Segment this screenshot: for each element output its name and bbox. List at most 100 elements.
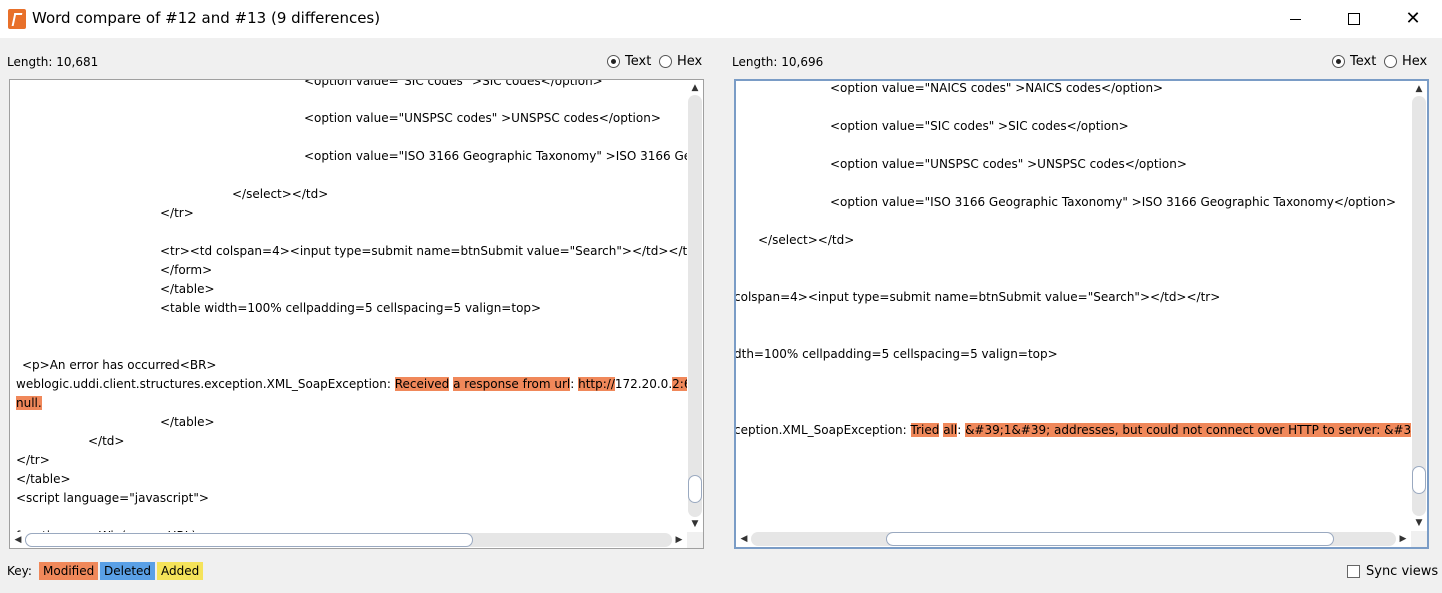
modified-text-highlight: &#39;1&#39; addresses, but could not con…: [965, 423, 1411, 437]
code-text: </td>: [88, 434, 125, 448]
close-icon: ✕: [1405, 8, 1421, 29]
right-horizontal-thumb[interactable]: [886, 532, 1334, 546]
close-button[interactable]: ✕: [1384, 0, 1442, 38]
left-horizontal-scrollbar[interactable]: ◀ ▶: [10, 532, 687, 548]
code-line: </select></td>: [758, 233, 854, 247]
code-text: <tr><td colspan=4><input type=submit nam…: [160, 244, 687, 258]
burp-suite-icon: [8, 9, 26, 29]
code-text: </select></td>: [232, 187, 329, 201]
code-text: </select></td>: [758, 233, 855, 247]
window-title: Word compare of #12 and #13 (9 differenc…: [32, 9, 381, 27]
modified-text-highlight: all: [943, 423, 958, 437]
code-line: </tr>: [16, 453, 50, 467]
code-line: weblogic.uddi.client.structures.exceptio…: [16, 377, 687, 391]
code-line: <option value="UNSPSC codes" >UNSPSC cod…: [830, 157, 1187, 171]
modified-text-highlight: http://: [578, 377, 615, 391]
code-text: </table>: [160, 282, 215, 296]
checkbox-unchecked-icon: [1347, 565, 1360, 578]
modified-text-highlight: Received: [394, 377, 450, 391]
left-text-editor[interactable]: <option value="SIC codes" >SIC codes</op…: [9, 79, 704, 549]
code-line: <tr><td colspan=4><input type=submit nam…: [160, 244, 687, 258]
right-horizontal-scrollbar[interactable]: ◀ ▶: [736, 531, 1411, 547]
modified-text-highlight: Tried: [910, 423, 940, 437]
code-text: </tr>: [16, 453, 50, 467]
left-vertical-scrollbar[interactable]: ▲ ▼: [687, 80, 703, 532]
title-bar: Word compare of #12 and #13 (9 differenc…: [0, 0, 1442, 38]
code-text: :: [570, 377, 579, 391]
minimize-button[interactable]: [1266, 0, 1324, 38]
code-line: </td>: [88, 434, 124, 448]
code-text: ception.XML_SoapException:: [736, 423, 911, 437]
right-vertical-scrollbar[interactable]: ▲ ▼: [1411, 81, 1427, 531]
maximize-button[interactable]: [1325, 0, 1383, 38]
right-hex-radio[interactable]: Hex: [1384, 54, 1427, 69]
deleted-key-badge: Deleted: [100, 562, 156, 580]
code-line: <option value="ISO 3166 Geographic Taxon…: [830, 195, 1396, 209]
code-line: ception.XML_SoapException: Tried all: &#…: [736, 423, 1411, 437]
modified-key-badge: Modified: [39, 562, 99, 580]
code-line: <option value="ISO 3166 Geographic Taxon…: [304, 149, 687, 163]
code-line: </table>: [160, 415, 215, 429]
code-text: <option value="UNSPSC codes" >UNSPSC cod…: [830, 157, 1187, 171]
code-line: <option value="UNSPSC codes" >UNSPSC cod…: [304, 111, 661, 125]
code-text: </table>: [160, 415, 215, 429]
right-length-label: Length: 10,696: [732, 55, 824, 69]
code-line: </select></td>: [232, 187, 328, 201]
right-text-content[interactable]: <option value="NAICS codes" >NAICS codes…: [736, 81, 1411, 531]
modified-text-highlight: 2:6379: [672, 377, 687, 391]
scroll-corner: [687, 532, 703, 548]
code-text: weblogic.uddi.client.structures.exceptio…: [16, 377, 395, 391]
code-text: </table>: [16, 472, 71, 486]
sync-views-checkbox[interactable]: Sync views: [1347, 564, 1438, 579]
footer-bar: Key: Modified Deleted Added Sync views: [0, 556, 1442, 586]
radio-selected-icon: [1332, 55, 1345, 68]
minimize-icon: [1289, 18, 1301, 20]
code-line: colspan=4><input type=submit name=btnSub…: [736, 290, 1220, 304]
left-horizontal-thumb[interactable]: [25, 533, 473, 547]
right-vertical-thumb[interactable]: [1412, 466, 1426, 494]
added-key-badge: Added: [157, 562, 204, 580]
left-vertical-thumb[interactable]: [688, 475, 702, 503]
right-text-editor[interactable]: <option value="NAICS codes" >NAICS codes…: [734, 79, 1429, 549]
scroll-down-icon[interactable]: ▼: [688, 517, 702, 531]
code-text: <option value="SIC codes" >SIC codes</op…: [304, 80, 603, 88]
code-text: colspan=4><input type=submit name=btnSub…: [736, 290, 1221, 304]
code-text: <script language="javascript">: [16, 491, 209, 505]
code-text: </tr>: [160, 206, 194, 220]
code-line: <option value="SIC codes" >SIC codes</op…: [830, 119, 1129, 133]
scroll-down-icon[interactable]: ▼: [1412, 516, 1426, 530]
code-line: <p>An error has occurred<BR>: [22, 358, 216, 372]
code-line: dth=100% cellpadding=5 cellspacing=5 val…: [736, 347, 1058, 361]
scroll-right-icon[interactable]: ▶: [672, 533, 686, 547]
key-label: Key:: [7, 564, 32, 578]
code-line: <option value="NAICS codes" >NAICS codes…: [830, 81, 1163, 95]
code-text: </form>: [160, 263, 213, 277]
scroll-right-icon[interactable]: ▶: [1396, 532, 1410, 546]
left-length-label: Length: 10,681: [7, 55, 99, 69]
code-line: </table>: [16, 472, 71, 486]
left-text-radio[interactable]: Text: [607, 54, 651, 69]
code-text: 172.20.0.: [614, 377, 673, 391]
scroll-corner: [1411, 531, 1427, 547]
code-line: </tr>: [160, 206, 194, 220]
left-hex-radio[interactable]: Hex: [659, 54, 702, 69]
scroll-up-icon[interactable]: ▲: [688, 81, 702, 95]
modified-text-highlight: null.: [16, 396, 42, 410]
left-text-content[interactable]: <option value="SIC codes" >SIC codes</op…: [10, 80, 687, 532]
code-text: <p>An error has occurred<BR>: [22, 358, 217, 372]
code-text: <table width=100% cellpadding=5 cellspac…: [160, 301, 542, 315]
code-text: :: [957, 423, 966, 437]
radio-selected-icon: [607, 55, 620, 68]
code-text: <option value="ISO 3166 Geographic Taxon…: [830, 195, 1397, 209]
scroll-left-icon[interactable]: ◀: [11, 533, 25, 547]
code-line: </table>: [160, 282, 215, 296]
code-text: <option value="UNSPSC codes" >UNSPSC cod…: [304, 111, 661, 125]
code-line: <script language="javascript">: [16, 491, 209, 505]
code-line: null.: [16, 396, 42, 410]
radio-unselected-icon: [659, 55, 672, 68]
right-text-radio[interactable]: Text: [1332, 54, 1376, 69]
code-line: <table width=100% cellpadding=5 cellspac…: [160, 301, 541, 315]
scroll-left-icon[interactable]: ◀: [737, 532, 751, 546]
code-line: </form>: [160, 263, 212, 277]
scroll-up-icon[interactable]: ▲: [1412, 82, 1426, 96]
